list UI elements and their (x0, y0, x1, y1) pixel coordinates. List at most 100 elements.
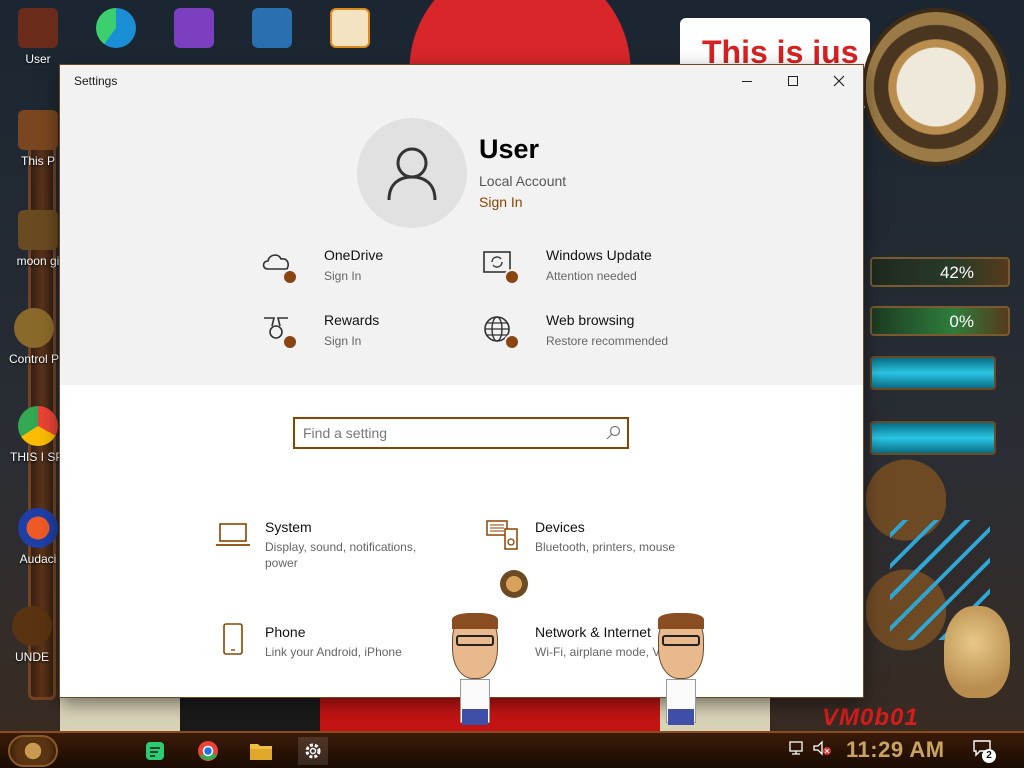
title-bar[interactable]: Settings (60, 65, 863, 97)
desktop-icon-hxd[interactable] (322, 8, 378, 52)
lightbulb-icon (14, 308, 54, 348)
close-icon (833, 75, 845, 87)
person-icon (387, 147, 437, 201)
category-subtitle: Bluetooth, printers, mouse (535, 540, 676, 554)
desktop-icon-audacity[interactable]: Audaci (10, 508, 66, 566)
minimize-button[interactable] (724, 65, 770, 97)
chrome-icon (18, 406, 58, 446)
maximize-icon (788, 76, 798, 86)
desktop-icon-label: Audaci (19, 552, 57, 566)
search-input[interactable] (303, 424, 593, 442)
pet-glasses (456, 635, 494, 646)
start-button[interactable] (8, 735, 58, 767)
maximize-button[interactable] (770, 65, 816, 97)
taskbar-clock[interactable]: 11:29 AM (846, 737, 945, 763)
quick-link-rewards[interactable]: Rewards Sign In (260, 312, 470, 368)
quick-link-web-browsing[interactable]: Web browsing Restore recommended (482, 312, 692, 368)
desktop-icon-control-panel[interactable]: Control P (6, 308, 62, 366)
user-folder-icon (18, 8, 58, 48)
search-box[interactable] (293, 417, 629, 449)
gauge-memory: 0% (870, 306, 1010, 336)
taskbar-app-chrome[interactable] (193, 737, 223, 765)
pet-legs (668, 709, 694, 725)
network-icon (789, 741, 803, 755)
desktop-icon-visual-studio[interactable] (166, 8, 222, 52)
search-icon[interactable] (605, 425, 621, 441)
window-title: Settings (74, 74, 118, 88)
category-subtitle: Display, sound, notifications, power (265, 540, 417, 570)
desktop-icon-user[interactable]: User (10, 8, 66, 66)
desktop-icon-label: THIS I SPYWA (10, 450, 66, 464)
category-system[interactable]: System Display, sound, notifications, po… (215, 517, 455, 587)
taskbar-app-notes[interactable] (140, 737, 170, 765)
globe-icon (482, 314, 522, 350)
category-phone[interactable]: Phone Link your Android, iPhone (215, 622, 455, 692)
edge-icon (96, 8, 136, 48)
gear-icon (12, 606, 52, 646)
account-name: User (479, 134, 540, 164)
desktop-icon-label: This P (20, 154, 55, 168)
status-dot (282, 269, 298, 285)
desktop-icon-label: moon gi (16, 254, 60, 268)
avatar[interactable] (357, 118, 467, 228)
status-dot (504, 269, 520, 285)
pet-legs (462, 709, 488, 725)
notification-count-badge: 2 (982, 749, 996, 763)
pet-hair (452, 613, 498, 629)
desktop-icon-moon[interactable]: moon gi (10, 210, 66, 268)
visual-studio-icon (174, 8, 214, 48)
settings-window: Settings User Local Account Sign In OneD… (60, 65, 863, 697)
desktop-icon-chrome-spyware[interactable]: THIS I SPYWA (10, 406, 66, 464)
category-subtitle: Link your Android, iPhone (265, 645, 402, 659)
cloud-icon (260, 249, 300, 285)
desktop-icon-label: User (25, 52, 51, 66)
close-button[interactable] (816, 65, 862, 97)
taskbar: 11:29 AM 2 (0, 731, 1024, 768)
sign-in-link[interactable]: Sign In (479, 194, 523, 210)
quick-link-subtitle: Sign In (324, 334, 362, 348)
desktop-icon-virtualbox[interactable] (244, 8, 300, 52)
steampunk-clock-widget (866, 12, 1006, 162)
desktop-icon-undertale[interactable]: UNDE (4, 606, 60, 664)
audacity-icon (18, 508, 58, 548)
desktop-icon-edge[interactable] (88, 8, 144, 52)
gauge-cpu: 42% (870, 257, 1010, 287)
pet-glasses (662, 635, 700, 646)
quick-link-subtitle: Attention needed (546, 269, 637, 283)
quick-link-title: Web browsing (546, 312, 635, 328)
quick-link-title: Rewards (324, 312, 380, 328)
desktop-icon-label: UNDE (14, 650, 49, 664)
quick-link-title: Windows Update (546, 247, 652, 263)
keyboard-speaker-icon (486, 520, 518, 550)
account-type: Local Account (479, 173, 567, 189)
hamster-pet (944, 606, 1010, 698)
category-title: System (265, 519, 312, 535)
network-tray-icon[interactable] (788, 739, 806, 762)
status-dot (282, 334, 298, 350)
chrome-icon (198, 741, 218, 761)
category-title: Phone (265, 624, 306, 640)
quick-link-windows-update[interactable]: Windows Update Attention needed (482, 247, 692, 303)
folder-icon (250, 744, 272, 760)
shield-icon (18, 210, 58, 250)
quick-link-onedrive[interactable]: OneDrive Sign In (260, 247, 470, 303)
computer-icon (18, 110, 58, 150)
account-header: User Local Account Sign In OneDrive Sign… (60, 97, 863, 385)
quick-link-subtitle: Sign In (324, 269, 362, 283)
vm-logo: VM0b01 (822, 704, 919, 731)
volume-tray-icon[interactable] (812, 739, 832, 762)
status-dot (504, 334, 520, 350)
gear-icon (305, 743, 321, 759)
notification-center-button[interactable]: 2 (972, 739, 996, 763)
volume-muted-icon (813, 740, 831, 756)
desktop-pet-character (448, 613, 502, 725)
taskbar-app-file-explorer[interactable] (246, 737, 276, 765)
laptop-icon (216, 523, 250, 546)
category-title: Network & Internet (535, 624, 651, 640)
minimize-icon (742, 80, 752, 82)
desktop-icon-this-pc[interactable]: This P (10, 110, 66, 168)
taskbar-app-settings[interactable] (298, 737, 328, 765)
desktop-icon-label: Control P (8, 352, 60, 366)
bug-pet (500, 570, 528, 598)
desktop-pet-character (654, 613, 708, 725)
